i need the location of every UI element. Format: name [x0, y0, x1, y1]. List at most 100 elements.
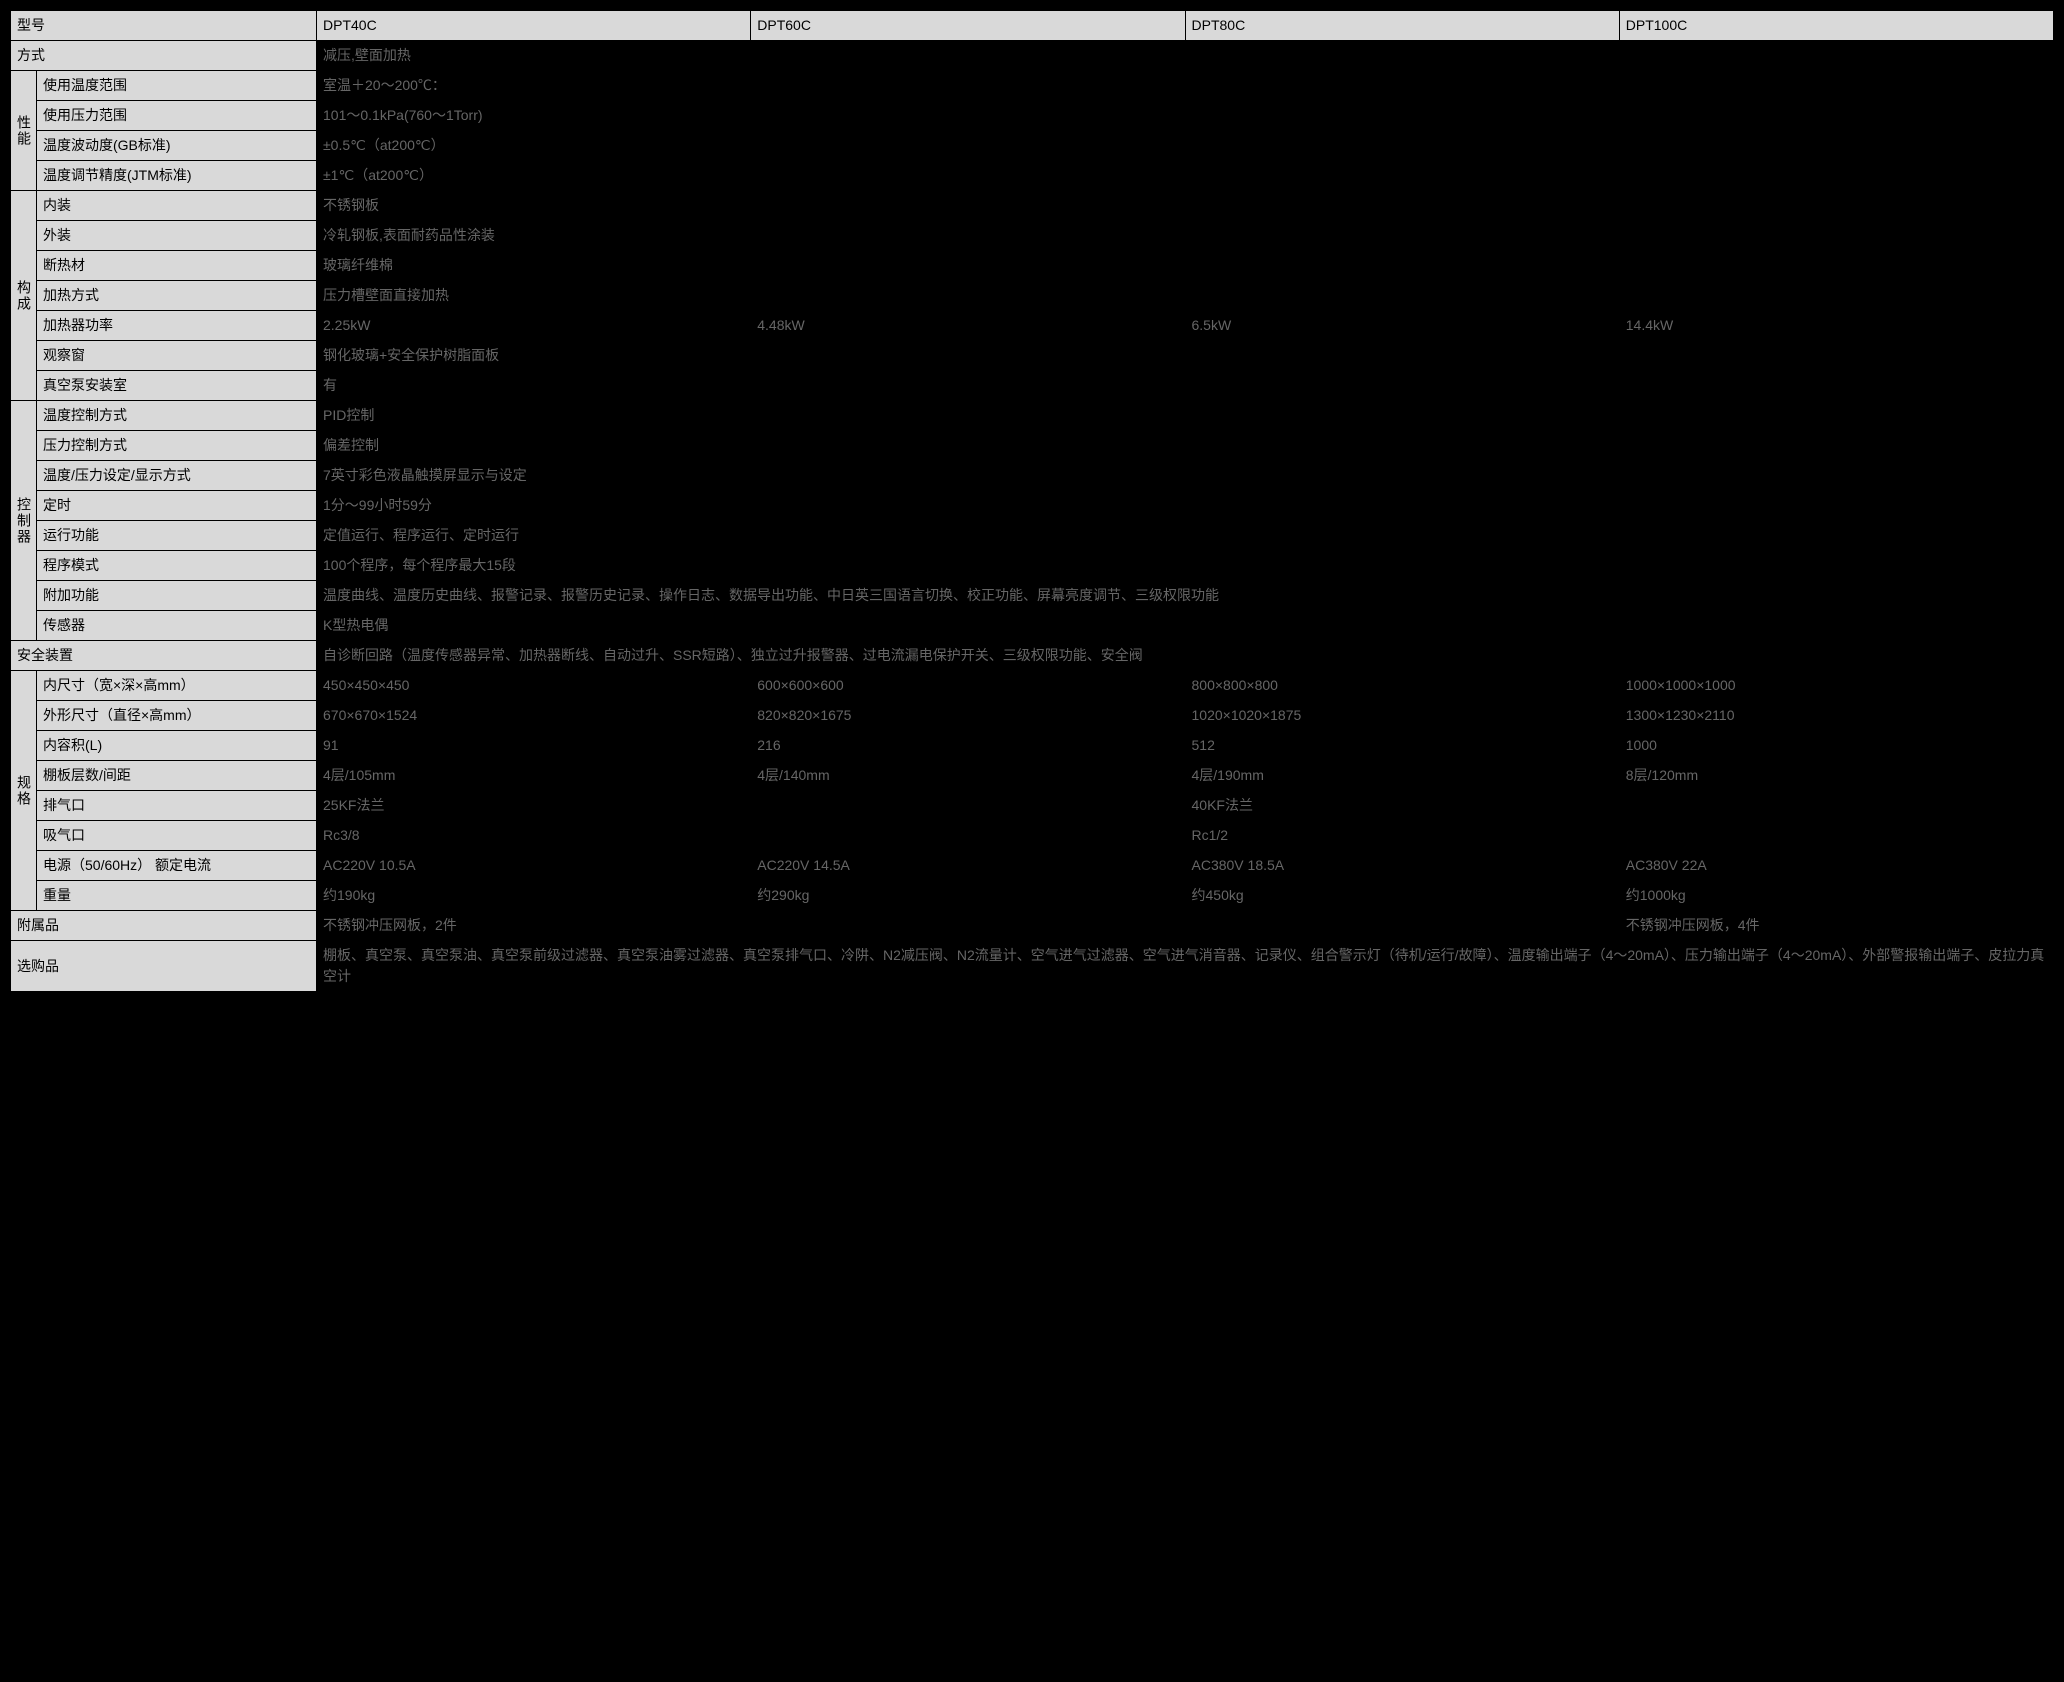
table-row: 外形尺寸（直径×高mm）670×670×1524820×820×16751020…	[11, 701, 2054, 731]
row-value: AC220V 10.5A	[317, 851, 751, 881]
row-label: 电源（50/60Hz） 额定电流	[37, 851, 317, 881]
row-label: 外形尺寸（直径×高mm）	[37, 701, 317, 731]
row-label: 真空泵安装室	[37, 371, 317, 401]
row-value: 14.4kW	[1619, 311, 2053, 341]
row-label: 加热器功率	[37, 311, 317, 341]
row-label: 内尺寸（宽×深×高mm）	[37, 671, 317, 701]
row-label: 方式	[11, 41, 317, 71]
row-value: 有	[317, 371, 2054, 401]
table-row: 温度/压力设定/显示方式7英寸彩色液晶触摸屏显示与设定	[11, 461, 2054, 491]
row-value: 不锈钢冲压网板，2件	[317, 911, 1620, 941]
row-label: 温度控制方式	[37, 401, 317, 431]
row-value: 216	[751, 731, 1185, 761]
table-row: 真空泵安装室有	[11, 371, 2054, 401]
table-row: 电源（50/60Hz） 额定电流AC220V 10.5AAC220V 14.5A…	[11, 851, 2054, 881]
row-value: 定值运行、程序运行、定时运行	[317, 521, 2054, 551]
row-label: 排气口	[37, 791, 317, 821]
row-label: 安全装置	[11, 641, 317, 671]
row-label: 运行功能	[37, 521, 317, 551]
row-value: 670×670×1524	[317, 701, 751, 731]
model-col: DPT60C	[751, 11, 1185, 41]
row-value: 约450kg	[1185, 881, 1619, 911]
row-label: 附属品	[11, 911, 317, 941]
row-value: 压力槽壁面直接加热	[317, 281, 2054, 311]
row-label: 附加功能	[37, 581, 317, 611]
model-label: 型号	[11, 11, 317, 41]
row-label: 温度调节精度(JTM标准)	[37, 161, 317, 191]
row-label: 吸气口	[37, 821, 317, 851]
row-label: 压力控制方式	[37, 431, 317, 461]
row-value: 4层/190mm	[1185, 761, 1619, 791]
row-label: 加热方式	[37, 281, 317, 311]
table-row: 运行功能定值运行、程序运行、定时运行	[11, 521, 2054, 551]
table-row: 棚板层数/间距4层/105mm4层/140mm4层/190mm8层/120mm	[11, 761, 2054, 791]
model-col: DPT80C	[1185, 11, 1619, 41]
table-row: 使用压力范围101～0.1kPa(760～1Torr)	[11, 101, 2054, 131]
row-label: 温度波动度(GB标准)	[37, 131, 317, 161]
table-row: 压力控制方式偏差控制	[11, 431, 2054, 461]
table-row: 方式减压,壁面加热	[11, 41, 2054, 71]
row-value: 6.5kW	[1185, 311, 1619, 341]
row-value: 4层/105mm	[317, 761, 751, 791]
row-value: 7英寸彩色液晶触摸屏显示与设定	[317, 461, 2054, 491]
row-value: Rc1/2	[1185, 821, 2054, 851]
row-value: 玻璃纤维棉	[317, 251, 2054, 281]
row-value: 4层/140mm	[751, 761, 1185, 791]
table-row: 定时1分～99小时59分	[11, 491, 2054, 521]
table-row: 内容积(L)912165121000	[11, 731, 2054, 761]
group-label: 控制器	[11, 401, 37, 641]
row-label: 内装	[37, 191, 317, 221]
row-value: 1020×1020×1875	[1185, 701, 1619, 731]
row-value: 40KF法兰	[1185, 791, 2054, 821]
row-label: 内容积(L)	[37, 731, 317, 761]
row-value: 约290kg	[751, 881, 1185, 911]
group-label: 性能	[11, 71, 37, 191]
row-label: 使用温度范围	[37, 71, 317, 101]
row-label: 观察窗	[37, 341, 317, 371]
row-value: PID控制	[317, 401, 2054, 431]
row-value: 温度曲线、温度历史曲线、报警记录、报警历史记录、操作日志、数据导出功能、中日英三…	[317, 581, 2054, 611]
row-label: 外装	[37, 221, 317, 251]
row-value: AC220V 14.5A	[751, 851, 1185, 881]
row-label: 程序模式	[37, 551, 317, 581]
table-row: 吸气口Rc3/8Rc1/2	[11, 821, 2054, 851]
row-value: 1000×1000×1000	[1619, 671, 2053, 701]
table-row: 断热材玻璃纤维棉	[11, 251, 2054, 281]
table-row: 安全装置自诊断回路（温度传感器异常、加热器断线、自动过升、SSR短路）、独立过升…	[11, 641, 2054, 671]
table-row: 型号DPT40CDPT60CDPT80CDPT100C	[11, 11, 2054, 41]
row-value: 600×600×600	[751, 671, 1185, 701]
row-value: 偏差控制	[317, 431, 2054, 461]
row-value: 1300×1230×2110	[1619, 701, 2053, 731]
row-value: 91	[317, 731, 751, 761]
row-value: ±1℃（at200℃）	[317, 161, 2054, 191]
row-value: 室温＋20～200℃：	[317, 71, 2054, 101]
table-row: 重量约190kg约290kg约450kg约1000kg	[11, 881, 2054, 911]
row-label: 温度/压力设定/显示方式	[37, 461, 317, 491]
row-label: 棚板层数/间距	[37, 761, 317, 791]
row-value: 棚板、真空泵、真空泵油、真空泵前级过滤器、真空泵油雾过滤器、真空泵排气口、冷阱、…	[317, 941, 2054, 992]
row-value: 512	[1185, 731, 1619, 761]
row-value: Rc3/8	[317, 821, 1186, 851]
row-value: 1分～99小时59分	[317, 491, 2054, 521]
table-row: 温度波动度(GB标准)±0.5℃（at200℃）	[11, 131, 2054, 161]
row-value: 4.48kW	[751, 311, 1185, 341]
spec-table: 型号DPT40CDPT60CDPT80CDPT100C 方式减压,壁面加热 性能…	[10, 10, 2054, 992]
row-value: 8层/120mm	[1619, 761, 2053, 791]
row-label: 重量	[37, 881, 317, 911]
table-row: 构成内装不锈钢板	[11, 191, 2054, 221]
table-row: 选购品棚板、真空泵、真空泵油、真空泵前级过滤器、真空泵油雾过滤器、真空泵排气口、…	[11, 941, 2054, 992]
row-label: 断热材	[37, 251, 317, 281]
table-row: 观察窗钢化玻璃+安全保护树脂面板	[11, 341, 2054, 371]
row-value: 不锈钢冲压网板，4件	[1619, 911, 2053, 941]
table-row: 附属品不锈钢冲压网板，2件不锈钢冲压网板，4件	[11, 911, 2054, 941]
row-value: 减压,壁面加热	[317, 41, 2054, 71]
table-row: 性能使用温度范围室温＋20～200℃：	[11, 71, 2054, 101]
model-col: DPT40C	[317, 11, 751, 41]
row-value: 450×450×450	[317, 671, 751, 701]
table-row: 程序模式100个程序，每个程序最大15段	[11, 551, 2054, 581]
row-value: ±0.5℃（at200℃）	[317, 131, 2054, 161]
row-value: 800×800×800	[1185, 671, 1619, 701]
table-row: 温度调节精度(JTM标准)±1℃（at200℃）	[11, 161, 2054, 191]
table-row: 附加功能温度曲线、温度历史曲线、报警记录、报警历史记录、操作日志、数据导出功能、…	[11, 581, 2054, 611]
row-value: 820×820×1675	[751, 701, 1185, 731]
